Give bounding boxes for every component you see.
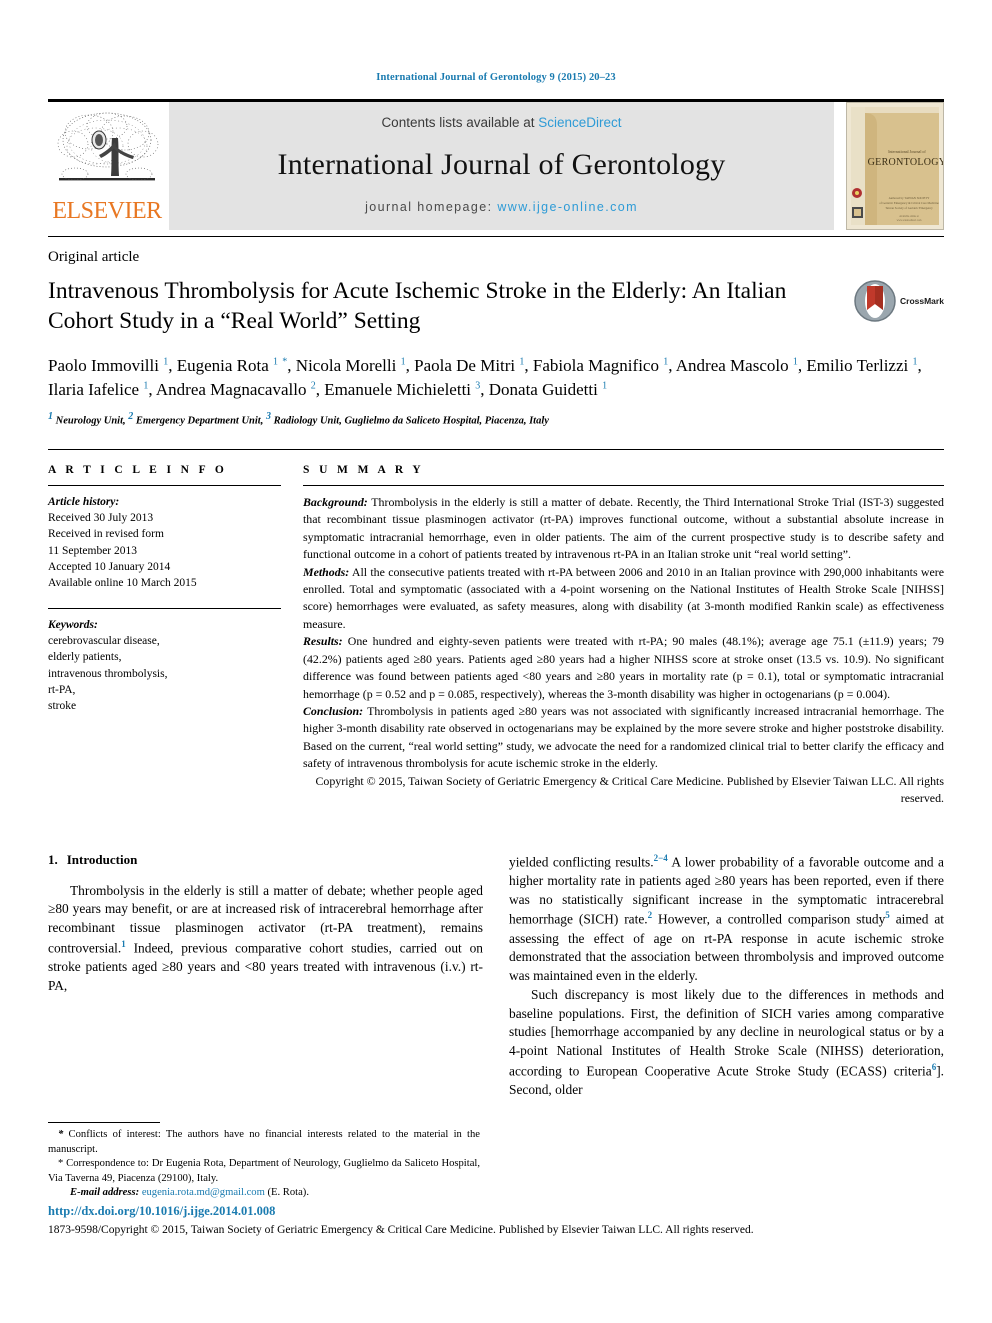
journal-homepage-link[interactable]: www.ijge-online.com xyxy=(497,200,638,214)
article-history-block: Article history: Received 30 July 2013 R… xyxy=(48,494,281,592)
summary-conclusion-label: Conclusion: xyxy=(303,704,364,718)
affiliations: 1 Neurology Unit, 2 Emergency Department… xyxy=(48,411,549,427)
article-info-heading: A R T I C L E I N F O xyxy=(48,463,228,476)
intro-paragraph-3: Such discrepancy is most likely due to t… xyxy=(509,986,944,1098)
history-item: Available online 10 March 2015 xyxy=(48,577,197,590)
summary-background: Background: Thrombolysis in the elderly … xyxy=(303,494,944,564)
summary-column: S U M M A R Y Background: Thrombolysis i… xyxy=(303,464,944,808)
article-info-column: A R T I C L E I N F O Article history: R… xyxy=(48,464,303,808)
keyword-item: intravenous thrombolysis, xyxy=(48,667,168,680)
issn-copyright-line: 1873-9598/Copyright © 2015, Taiwan Socie… xyxy=(48,1223,754,1236)
masthead-bottom-rule xyxy=(48,236,944,237)
section-number: 1. xyxy=(48,851,58,867)
svg-text:Available online at: Available online at xyxy=(899,215,919,218)
footnotes-block: * Conflicts of interest: The authors hav… xyxy=(48,1122,480,1201)
journal-homepage-line: journal homepage: www.ijge-online.com xyxy=(365,200,638,214)
running-head: International Journal of Gerontology 9 (… xyxy=(376,72,616,83)
contents-available-line: Contents lists available at ScienceDirec… xyxy=(381,115,621,130)
summary-heading: S U M M A R Y xyxy=(303,463,425,476)
elsevier-wordmark: ELSEVIER xyxy=(52,198,162,224)
footnote-conflict-of-interest: * Conflicts of interest: The authors hav… xyxy=(48,1129,480,1155)
history-item: 11 September 2013 xyxy=(48,544,138,557)
intro-paragraph-2: yielded conflicting results.2−4 A lower … xyxy=(509,852,945,984)
summary-methods: Methods: All the consecutive patients tr… xyxy=(303,564,944,634)
section-heading-introduction: 1. Introduction xyxy=(48,852,483,868)
page-footer: http://dx.doi.org/10.1016/j.ijge.2014.01… xyxy=(48,1204,948,1238)
email-link[interactable]: eugenia.rota.md@gmail.com xyxy=(142,1187,265,1198)
email-label: E-mail address: xyxy=(70,1187,140,1199)
svg-text:of Geriatric Emergency & Criti: of Geriatric Emergency & Critical Care M… xyxy=(879,201,939,205)
history-item: Received 30 July 2013 xyxy=(48,512,154,525)
elsevier-tree-icon xyxy=(57,112,159,181)
keywords-block: Keywords: cerebrovascular disease, elder… xyxy=(48,617,281,715)
article-info-summary-block: A R T I C L E I N F O Article history: R… xyxy=(48,448,944,808)
svg-text:www.sciencedirect.com: www.sciencedirect.com xyxy=(897,219,922,222)
keywords-rule xyxy=(48,607,281,609)
crossmark-icon xyxy=(854,280,896,322)
summary-results-text: One hundred and eighty-seven patients we… xyxy=(303,634,944,701)
summary-body: Background: Thrombolysis in the elderly … xyxy=(303,494,944,808)
crossmark-label: CrossMark xyxy=(900,296,944,306)
section-title: Introduction xyxy=(66,851,138,867)
keyword-item: cerebrovascular disease, xyxy=(48,635,160,648)
page-title: Intravenous Thrombolysis for Acute Ische… xyxy=(48,278,787,335)
journal-cover-thumbnail[interactable]: International Journal of GERONTOLOGY Aut… xyxy=(846,102,944,230)
summary-methods-label: Methods: xyxy=(303,564,350,579)
article-info-rule xyxy=(48,484,281,486)
summary-results: Results: One hundred and eighty-seven pa… xyxy=(303,633,944,703)
title-block: Intravenous Thrombolysis for Acute Ische… xyxy=(48,276,944,340)
keyword-item: elderly patients, xyxy=(48,651,122,664)
summary-background-label: Background: xyxy=(303,494,368,509)
contents-prefix: Contents lists available at xyxy=(381,115,539,130)
sciencedirect-link[interactable]: ScienceDirect xyxy=(538,115,621,130)
footnote-rule xyxy=(48,1122,160,1123)
summary-conclusion-text: Thrombolysis in patients aged ≥80 years … xyxy=(303,704,944,771)
journal-masthead: ELSEVIER Contents lists available at Sci… xyxy=(48,99,944,230)
article-type-label: Original article xyxy=(48,249,140,265)
journal-title: International Journal of Gerontology xyxy=(277,148,726,181)
history-item: Received in revised form xyxy=(48,528,164,541)
article-history-label: Article history: xyxy=(48,495,120,508)
email-suffix: (E. Rota). xyxy=(267,1187,309,1199)
intro-paragraph-1: Thrombolysis in the elderly is still a m… xyxy=(48,882,483,993)
summary-results-label: Results: xyxy=(303,634,343,649)
author-list: Paolo Immovilli 1, Eugenia Rota 1 *, Nic… xyxy=(48,356,922,400)
svg-text:International Journal of: International Journal of xyxy=(888,149,926,154)
body-columns: 1. Introduction Thrombolysis in the elder… xyxy=(48,852,944,1100)
svg-text:GERONTOLOGY: GERONTOLOGY xyxy=(868,157,943,168)
summary-conclusion: Conclusion: Thrombolysis in patients age… xyxy=(303,703,944,773)
keyword-item: rt-PA, xyxy=(48,684,76,697)
svg-text:Authored by TAIWAN SOCIETY: Authored by TAIWAN SOCIETY xyxy=(889,196,931,200)
summary-copyright: Copyright © 2015, Taiwan Society of Geri… xyxy=(315,773,944,806)
doi-link[interactable]: http://dx.doi.org/10.1016/j.ijge.2014.01… xyxy=(48,1204,948,1220)
summary-rule xyxy=(303,484,944,486)
crossmark-badge[interactable]: CrossMark xyxy=(854,278,944,324)
keyword-item: stroke xyxy=(48,700,77,713)
summary-methods-text: All the consecutive patients treated wit… xyxy=(303,564,944,631)
homepage-prefix: journal homepage: xyxy=(365,200,498,214)
body-column-right: yielded conflicting results.2−4 A lower … xyxy=(509,852,944,1100)
masthead-center-panel: Contents lists available at ScienceDirec… xyxy=(169,102,834,230)
journal-article-page: International Journal of Gerontology 9 (… xyxy=(0,0,992,1323)
history-item: Accepted 10 January 2014 xyxy=(48,561,171,574)
footnote-correspondence: * Correspondence to: Dr Eugenia Rota, De… xyxy=(48,1158,480,1184)
footnote-email: E-mail address: eugenia.rota.md@gmail.co… xyxy=(48,1186,480,1201)
keywords-label: Keywords: xyxy=(48,618,98,631)
elsevier-logo: ELSEVIER xyxy=(48,102,166,230)
summary-background-text: Thrombolysis in the elderly is still a m… xyxy=(303,494,944,562)
body-column-left: 1. Introduction Thrombolysis in the elder… xyxy=(48,852,483,1100)
journal-cover-image: International Journal of GERONTOLOGY Aut… xyxy=(847,103,943,229)
svg-text:Taiwan Society of Geriatric Em: Taiwan Society of Geriatric Emergency xyxy=(885,206,933,210)
